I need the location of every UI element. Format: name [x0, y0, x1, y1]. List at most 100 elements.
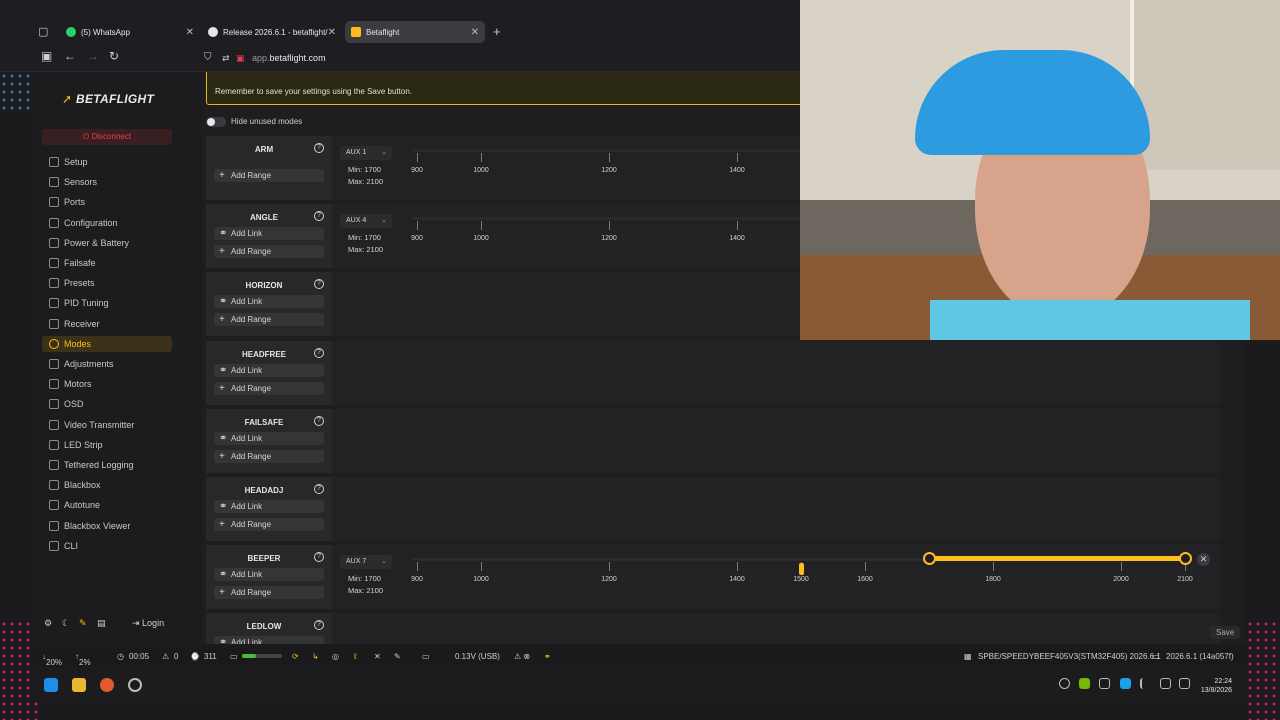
recording-app-icon[interactable] — [128, 678, 142, 692]
monitor-icon[interactable] — [1179, 678, 1190, 689]
add-range-button[interactable]: + Add Range — [214, 245, 324, 259]
hide-unused-toggle[interactable] — [206, 117, 226, 127]
theme-icon[interactable]: ☾ — [62, 618, 70, 629]
chevron-down-icon: ⌄ — [381, 558, 387, 566]
sidebar-item-receiver[interactable]: Receiver — [42, 316, 172, 332]
tray-icon-b[interactable] — [1099, 678, 1110, 689]
sidebar-item-autotune[interactable]: Autotune — [42, 497, 172, 513]
up-usage: ↑ 2% — [75, 652, 91, 667]
scale-tick-label: 2000 — [1113, 576, 1129, 584]
sidebar-item-modes[interactable]: Modes — [42, 335, 172, 352]
add-link-button[interactable]: ⚭ Add Link — [214, 636, 324, 644]
sidebar-item-cli[interactable]: CLI — [42, 538, 172, 554]
microphone-icon[interactable] — [1140, 678, 1146, 689]
board-info: SPBE/SPEEDYBEEF405V3(STM32F405) 2026.6.1 — [978, 652, 1161, 661]
sidebar-item-setup[interactable]: Setup — [42, 154, 172, 170]
tray-icon-a[interactable] — [1059, 678, 1070, 689]
firefox-icon[interactable] — [100, 678, 114, 692]
sidebar-item-configuration[interactable]: Configuration — [42, 215, 172, 231]
new-tab-button[interactable]: + — [493, 24, 501, 39]
mode-name: ANGLE — [250, 213, 278, 223]
sidebar-item-motors[interactable]: Motors — [42, 376, 172, 392]
tab-betaflight[interactable]: Betaflight ✕ — [345, 21, 485, 43]
add-range-button[interactable]: + Add Range — [214, 586, 324, 600]
speaker-icon[interactable] — [1160, 678, 1171, 689]
sidebar-item-presets[interactable]: Presets — [42, 275, 172, 291]
tab-github-release[interactable]: Release 2026.6.1 - betaflight/be ✕ — [202, 21, 342, 43]
add-link-label: Add Link — [231, 365, 263, 375]
range-max-handle[interactable] — [1179, 552, 1192, 566]
sidebar-item-ports[interactable]: Ports — [42, 194, 172, 210]
tray-icon-c[interactable] — [1120, 678, 1131, 689]
sidebar-item-osd[interactable]: OSD — [42, 396, 172, 412]
help-icon[interactable]: ? — [314, 143, 324, 153]
login-button[interactable]: ⇥ Login — [132, 618, 164, 629]
help-icon[interactable]: ? — [314, 279, 324, 290]
add-link-button[interactable]: ⚭ Add Link — [214, 295, 324, 309]
sidebar-item-sensors[interactable]: Sensors — [42, 174, 172, 190]
sidebar-item-adjustments[interactable]: Adjustments — [42, 356, 172, 372]
add-range-button[interactable]: + Add Range — [214, 381, 324, 395]
scale-tick — [417, 221, 418, 231]
remove-range-button[interactable]: ✕ — [1197, 553, 1210, 567]
sidebar-item-failsafe[interactable]: Failsafe — [42, 255, 172, 271]
close-icon[interactable]: ✕ — [471, 27, 479, 38]
gear-icon[interactable]: ⚙ — [44, 618, 52, 629]
add-link-label: Add Link — [231, 229, 263, 239]
taskbar-clock[interactable]: 22:24 13/8/2026 — [1201, 677, 1232, 695]
tab-overview-icon[interactable]: ▢ — [38, 25, 48, 38]
scale-tick — [1121, 562, 1122, 572]
scale-tick-label: 900 — [411, 167, 423, 174]
windows-start-icon[interactable] — [44, 678, 58, 692]
document-icon[interactable]: ▤ — [97, 618, 106, 629]
sidebar-item-label: Adjustments — [64, 359, 114, 369]
sidebar-item-led-strip[interactable]: LED Strip — [42, 437, 172, 453]
help-icon[interactable]: ? — [314, 415, 324, 426]
help-icon[interactable]: ? — [314, 552, 324, 563]
sidebar-item-power-battery[interactable]: Power & Battery — [42, 235, 172, 251]
sidebar-item-blackbox-viewer[interactable]: Blackbox Viewer — [42, 518, 172, 534]
sidebar-item-blackbox[interactable]: Blackbox — [42, 477, 172, 493]
sidebar-item-label: Receiver — [64, 318, 100, 329]
file-explorer-icon[interactable] — [72, 678, 86, 692]
channel-value-marker — [799, 563, 804, 576]
add-link-button[interactable]: ⚭ Add Link — [214, 363, 324, 377]
disconnect-button[interactable]: ⏻ Disconnect — [42, 129, 172, 145]
active-range[interactable] — [929, 556, 1185, 562]
ports-icon — [49, 197, 59, 208]
help-icon[interactable]: ? — [314, 620, 324, 631]
help-icon[interactable]: ? — [314, 211, 324, 222]
add-range-button[interactable]: + Add Range — [214, 449, 324, 463]
add-range-button[interactable]: + Add Range — [214, 313, 324, 327]
add-link-button[interactable]: ⚭ Add Link — [214, 227, 324, 241]
back-button[interactable]: ← — [64, 49, 76, 63]
shield-icon[interactable]: ⛉ — [204, 52, 212, 63]
tray-icon-nvidia[interactable] — [1079, 678, 1090, 689]
sidebar-item-pid-tuning[interactable]: PID Tuning — [42, 295, 172, 311]
add-link-button[interactable]: ⚭ Add Link — [214, 431, 324, 445]
close-icon[interactable]: ✕ — [328, 27, 336, 38]
add-range-button[interactable]: + Add Range — [214, 169, 324, 182]
tab-whatsapp[interactable]: (5) WhatsApp ✕ — [60, 21, 200, 43]
add-link-button[interactable]: ⚭ Add Link — [214, 500, 324, 513]
help-icon[interactable]: ? — [314, 347, 324, 358]
sidebar-item-video-transmitter[interactable]: Video Transmitter — [42, 417, 172, 433]
forward-button[interactable]: → — [87, 49, 99, 63]
permissions-icon[interactable]: ⇄ — [222, 53, 230, 64]
sidebar-item-label: Blackbox Viewer — [64, 520, 131, 531]
aux-channel-select[interactable]: AUX 4 ⌄ — [340, 214, 392, 229]
save-button[interactable]: Save — [1210, 626, 1241, 639]
aux-channel-select[interactable]: AUX 1 ⌄ — [340, 146, 392, 160]
close-icon[interactable]: ✕ — [186, 27, 194, 38]
sidebar-item-tethered-logging[interactable]: Tethered Logging — [42, 457, 172, 473]
url-bar[interactable]: app.betaflight.com — [252, 53, 326, 63]
add-link-button[interactable]: ⚭ Add Link — [214, 568, 324, 582]
presets-icon — [49, 278, 59, 289]
add-range-button[interactable]: + Add Range — [214, 518, 324, 531]
expert-mode-icon[interactable]: ✎ — [79, 618, 87, 629]
help-icon[interactable]: ? — [314, 484, 324, 494]
reload-button[interactable]: ↻ — [109, 49, 119, 63]
aux-channel-select[interactable]: AUX 7 ⌄ — [340, 555, 392, 570]
range-min-handle[interactable] — [923, 552, 936, 566]
sidebar-toggle-icon[interactable]: ▣ — [41, 49, 52, 63]
